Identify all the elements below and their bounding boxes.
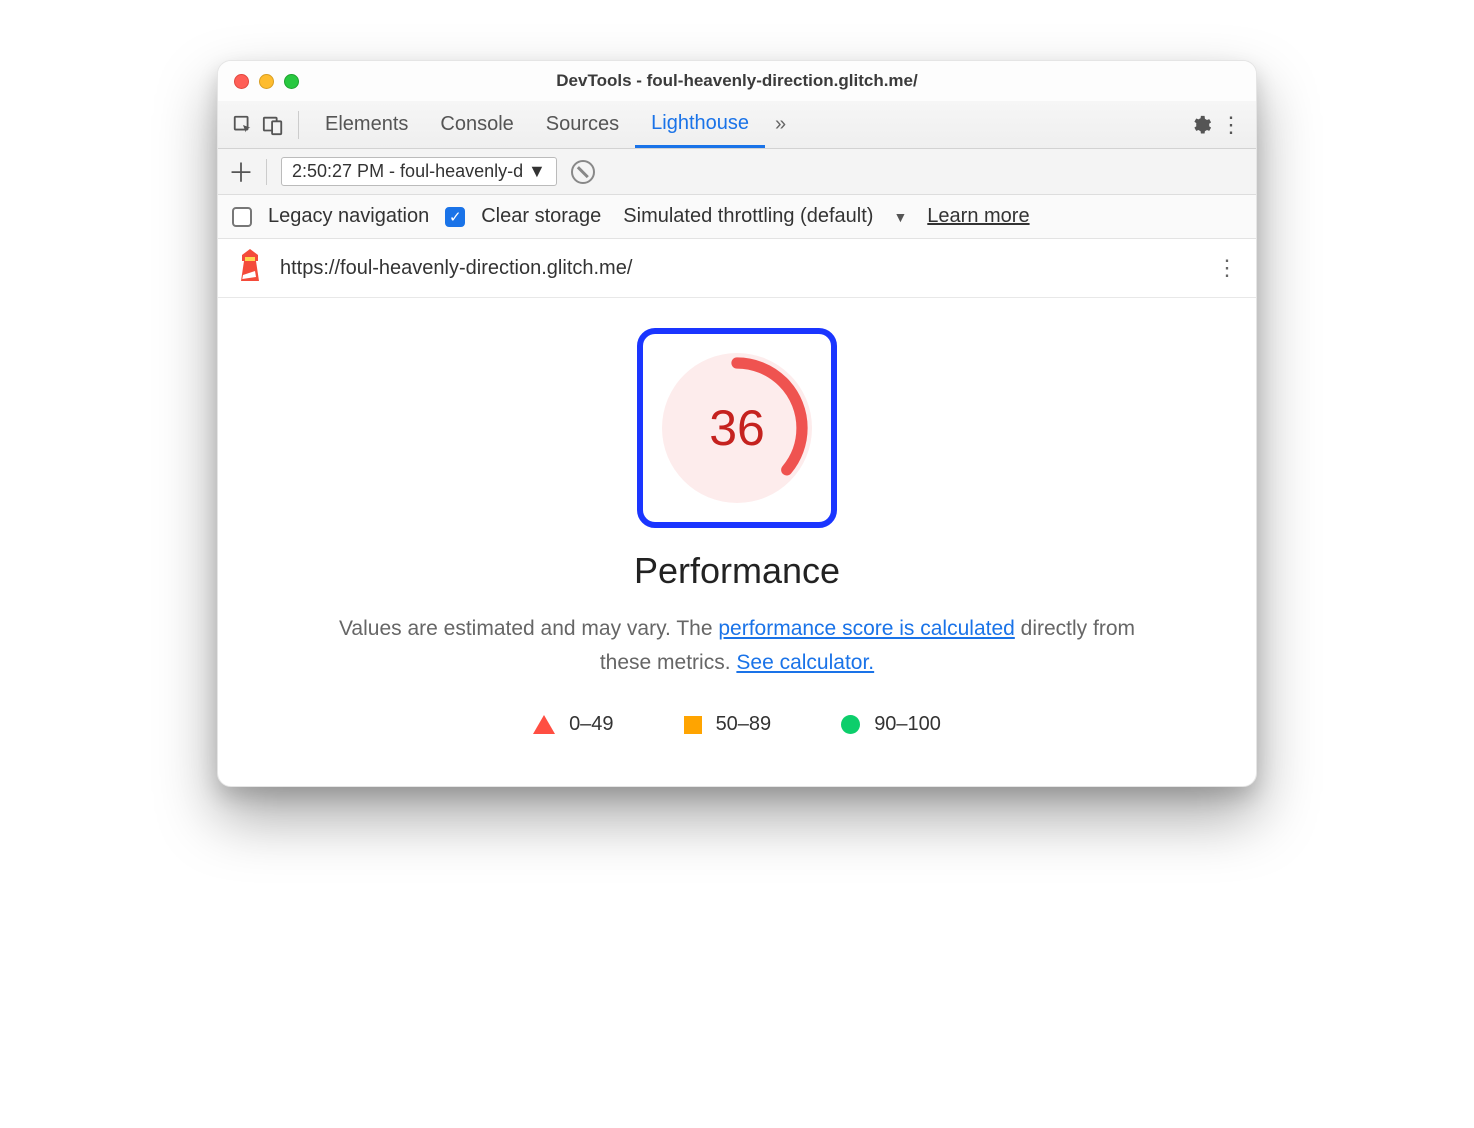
clear-storage-label: Clear storage xyxy=(481,205,601,228)
main-toolbar: Elements Console Sources Lighthouse » ⋮ xyxy=(218,101,1256,149)
tab-sources[interactable]: Sources xyxy=(530,101,635,148)
report-body: 36 Performance Values are estimated and … xyxy=(218,298,1256,786)
report-selector[interactable]: 2:50:27 PM - foul-heavenly-dir ▼ xyxy=(281,157,557,186)
tab-elements[interactable]: Elements xyxy=(309,101,424,148)
minimize-window-button[interactable] xyxy=(259,74,274,89)
lighthouse-subbar: ＋ 2:50:27 PM - foul-heavenly-dir ▼ xyxy=(218,149,1256,195)
learn-more-link[interactable]: Learn more xyxy=(927,205,1029,228)
performance-gauge[interactable]: 36 xyxy=(662,353,812,503)
titlebar: DevTools - foul-heavenly-direction.glitc… xyxy=(218,61,1256,101)
tab-lighthouse[interactable]: Lighthouse xyxy=(635,101,765,148)
legend-fail: 0–49 xyxy=(533,713,614,736)
settings-icon[interactable] xyxy=(1186,114,1216,136)
legacy-navigation-checkbox[interactable] xyxy=(232,207,252,227)
legend-range-fail: 0–49 xyxy=(569,713,614,736)
score-highlight-box: 36 xyxy=(637,328,837,528)
legend-average: 50–89 xyxy=(684,713,772,736)
divider xyxy=(298,111,299,139)
performance-description: Values are estimated and may vary. The p… xyxy=(327,612,1147,679)
new-report-button[interactable]: ＋ xyxy=(228,153,252,190)
chevron-down-icon[interactable]: ▼ xyxy=(893,209,907,225)
triangle-icon xyxy=(533,715,555,734)
square-icon xyxy=(684,716,702,734)
legend-pass: 90–100 xyxy=(841,713,941,736)
throttling-label: Simulated throttling (default) xyxy=(623,205,873,228)
clear-storage-checkbox[interactable]: ✓ xyxy=(445,207,465,227)
options-bar: Legacy navigation ✓ Clear storage Simula… xyxy=(218,195,1256,239)
lighthouse-logo-icon xyxy=(236,249,264,287)
report-selector-label: 2:50:27 PM - foul-heavenly-dir xyxy=(292,161,522,182)
legend-range-pass: 90–100 xyxy=(874,713,941,736)
device-toggle-icon[interactable] xyxy=(258,114,288,136)
close-window-button[interactable] xyxy=(234,74,249,89)
see-calculator-link[interactable]: See calculator. xyxy=(736,651,874,674)
maximize-window-button[interactable] xyxy=(284,74,299,89)
tab-console[interactable]: Console xyxy=(424,101,529,148)
devtools-window: DevTools - foul-heavenly-direction.glitc… xyxy=(217,60,1257,787)
score-calculated-link[interactable]: performance score is calculated xyxy=(718,617,1014,640)
report-header: https://foul-heavenly-direction.glitch.m… xyxy=(218,239,1256,298)
circle-icon xyxy=(841,715,860,734)
window-title: DevTools - foul-heavenly-direction.glitc… xyxy=(218,71,1256,91)
report-url: https://foul-heavenly-direction.glitch.m… xyxy=(280,257,632,280)
legend-range-average: 50–89 xyxy=(716,713,772,736)
window-controls xyxy=(234,74,299,89)
chevron-down-icon: ▼ xyxy=(528,161,546,182)
more-tabs-icon[interactable]: » xyxy=(765,113,796,136)
desc-text: Values are estimated and may vary. The xyxy=(339,617,718,640)
divider xyxy=(266,159,267,185)
score-legend: 0–49 50–89 90–100 xyxy=(258,713,1216,736)
clear-icon[interactable] xyxy=(571,160,595,184)
legacy-navigation-label: Legacy navigation xyxy=(268,205,429,228)
performance-label: Performance xyxy=(258,550,1216,592)
inspect-element-icon[interactable] xyxy=(228,114,258,136)
report-menu-icon[interactable]: ⋮ xyxy=(1216,265,1238,272)
kebab-menu-icon[interactable]: ⋮ xyxy=(1216,112,1246,138)
